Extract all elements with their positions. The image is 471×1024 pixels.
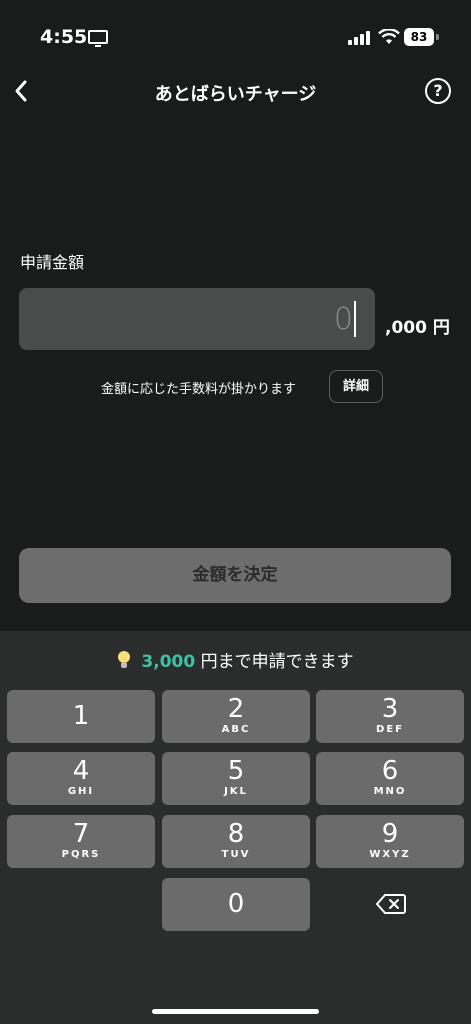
key-letters: TUV [221, 849, 251, 860]
key-digit: 7 [72, 819, 90, 849]
key-6[interactable]: 6 MNO [316, 752, 464, 805]
key-letters: MNO [373, 786, 407, 797]
key-4[interactable]: 4 GHI [7, 752, 155, 805]
key-letters: PQRS [61, 849, 101, 860]
key-3[interactable]: 3 DEF [316, 690, 464, 743]
backspace-key[interactable] [316, 878, 464, 931]
key-letters: JKL [224, 786, 248, 797]
amount-input[interactable]: 0 [19, 288, 375, 350]
decide-amount-button[interactable]: 金額を決定 [19, 548, 451, 603]
key-5[interactable]: 5 JKL [162, 752, 310, 805]
key-digit: 1 [72, 701, 90, 731]
amount-input-value: 0 [333, 302, 353, 337]
screen-mirroring-icon [88, 30, 108, 47]
amount-unit-suffix: ,000 円 [385, 318, 450, 338]
backspace-icon [376, 894, 406, 914]
key-digit: 6 [381, 756, 399, 786]
battery-icon: 83 [404, 28, 434, 46]
page-title: あとばらいチャージ [154, 84, 317, 105]
key-digit: 2 [227, 694, 245, 724]
limit-text: 円まで申請できます [195, 652, 354, 672]
status-bar: 4:55 83 [0, 0, 471, 70]
key-8[interactable]: 8 TUV [162, 815, 310, 868]
lightbulb-icon [117, 651, 131, 669]
key-0[interactable]: 0 [162, 878, 310, 931]
home-indicator[interactable] [152, 1009, 319, 1014]
detail-button[interactable]: 詳細 [329, 370, 383, 403]
amount-field-label: 申請金額 [20, 253, 85, 272]
key-1[interactable]: 1 [7, 690, 155, 743]
key-letters: ABC [221, 724, 251, 735]
limit-amount: 3,000 [141, 652, 196, 672]
status-time: 4:55 [40, 26, 88, 48]
text-cursor [354, 301, 356, 337]
key-digit: 5 [227, 756, 245, 786]
fee-note: 金額に応じた手数料が掛かります [101, 382, 297, 397]
key-digit: 3 [381, 694, 399, 724]
key-9[interactable]: 9 WXYZ [316, 815, 464, 868]
cellular-signal-icon [348, 31, 372, 45]
key-digit: 9 [381, 819, 399, 849]
wifi-icon [378, 29, 400, 44]
key-2[interactable]: 2 ABC [162, 690, 310, 743]
key-digit: 4 [72, 756, 90, 786]
key-letters: WXYZ [369, 849, 411, 860]
battery-tip [436, 34, 439, 40]
key-digit: 0 [227, 889, 245, 919]
key-digit: 8 [227, 819, 245, 849]
help-icon[interactable]: ? [425, 78, 451, 104]
key-letters: DEF [376, 724, 404, 735]
limit-notice: 3,000 円まで申請できます [0, 647, 471, 672]
key-letters: GHI [67, 786, 95, 797]
key-7[interactable]: 7 PQRS [7, 815, 155, 868]
